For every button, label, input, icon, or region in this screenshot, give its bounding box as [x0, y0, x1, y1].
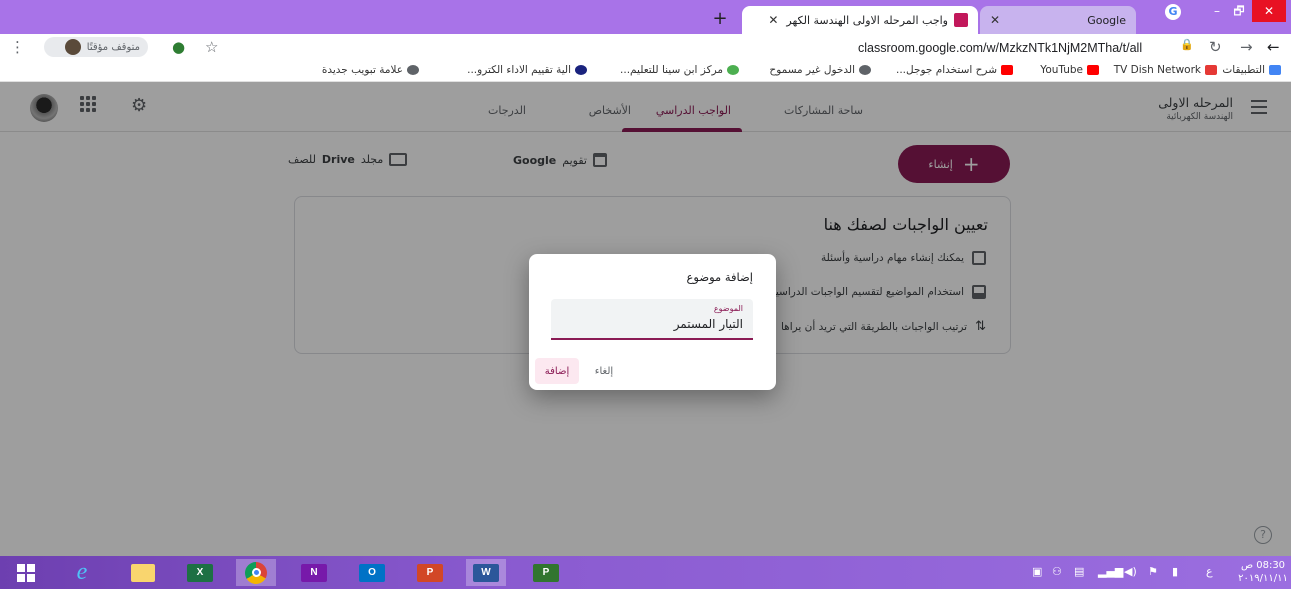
- apps-grid-icon: [1269, 65, 1281, 75]
- taskbar-internet-explorer[interactable]: e: [62, 559, 102, 586]
- bookmark-label: علامة تبويب جديدة: [321, 64, 403, 76]
- classroom-icon: [954, 13, 968, 27]
- people-icon[interactable]: ⚇: [1052, 565, 1062, 578]
- bookmark-label: مركز ابن سينا للتعليم...: [620, 64, 723, 76]
- clock-time: 08:30 ص: [1240, 560, 1286, 571]
- bookmark-google-tutorial[interactable]: شرح استخدام جوجل...: [896, 64, 1013, 76]
- start-button[interactable]: [6, 559, 46, 586]
- battery-icon[interactable]: ▮: [1172, 565, 1178, 578]
- google-account-icon[interactable]: G: [1165, 4, 1181, 20]
- back-icon[interactable]: ←: [1267, 38, 1280, 56]
- address-bar-row: ⋮ متوقف مؤقتًا ● ☆ classroom.google.com/…: [0, 34, 1291, 60]
- forward-icon[interactable]: →: [1240, 38, 1253, 56]
- project-icon: P: [533, 563, 559, 582]
- bookmark-label: التطبيقات: [1222, 64, 1265, 76]
- windows-logo-icon: [17, 563, 35, 582]
- taskbar-word[interactable]: W: [466, 559, 506, 586]
- chrome-icon: [245, 561, 267, 584]
- youtube-icon: [1001, 65, 1013, 75]
- keyboard-icon[interactable]: ▤: [1074, 565, 1084, 578]
- reload-icon[interactable]: ↻: [1209, 38, 1222, 56]
- bookmark-label: الية تقييم الاداء الكترو...: [467, 64, 571, 76]
- signal-icon[interactable]: ▂▄▆: [1098, 565, 1123, 578]
- add-topic-dialog: إضافة موضوع الموضوع التيار المستمر إلغاء…: [529, 254, 776, 390]
- network-icon[interactable]: ▣: [1032, 565, 1042, 578]
- tab-title: واجب المرحله الاولى الهندسة الكهر: [786, 13, 948, 27]
- bookmark-access-denied[interactable]: الدخول غير مسموح: [769, 64, 871, 76]
- globe-icon: [407, 65, 419, 75]
- tab-title: Google: [1087, 13, 1126, 27]
- bookmark-ibn-sina[interactable]: مركز ابن سينا للتعليم...: [620, 64, 739, 76]
- taskbar-excel[interactable]: X: [180, 559, 220, 586]
- volume-icon[interactable]: ◀): [1124, 565, 1137, 578]
- profile-avatar: [64, 39, 81, 55]
- folder-icon: [131, 563, 155, 582]
- new-tab-button[interactable]: +: [709, 8, 731, 29]
- maximize-button[interactable]: 🗗: [1228, 0, 1250, 22]
- site-icon: [727, 65, 739, 75]
- bookmark-youtube[interactable]: YouTube: [1040, 64, 1099, 76]
- taskbar-project[interactable]: P: [526, 559, 566, 586]
- powerpoint-icon: P: [417, 563, 443, 582]
- taskbar-powerpoint[interactable]: P: [410, 559, 450, 586]
- lock-icon: 🔒: [1180, 38, 1194, 51]
- paused-label: متوقف مؤقتًا: [86, 41, 140, 53]
- excel-icon: X: [187, 563, 213, 582]
- topic-field-label: الموضوع: [713, 304, 743, 313]
- topic-input[interactable]: التيار المستمر: [674, 317, 743, 331]
- taskbar-chrome[interactable]: [236, 559, 276, 586]
- minimize-button[interactable]: –: [1206, 0, 1228, 22]
- onenote-icon: N: [301, 563, 327, 582]
- browser-tab-strip: واجب المرحله الاولى الهندسة الكهر ✕ Goog…: [0, 0, 1291, 34]
- tab-google[interactable]: Google ✕: [980, 6, 1136, 34]
- bookmark-dish[interactable]: TV Dish Network: [1114, 64, 1217, 76]
- word-icon: W: [473, 563, 499, 582]
- topic-field[interactable]: الموضوع التيار المستمر: [551, 299, 753, 340]
- dialog-title: إضافة موضوع: [686, 270, 753, 284]
- cancel-button[interactable]: إلغاء: [587, 358, 621, 384]
- add-button[interactable]: إضافة: [535, 358, 579, 384]
- taskbar-onenote[interactable]: N: [294, 559, 334, 586]
- more-menu-icon[interactable]: ⋮: [10, 38, 25, 56]
- url-field[interactable]: classroom.google.com/w/MzkzNTk1NjM2MTha/…: [858, 41, 1142, 55]
- close-tab-icon[interactable]: ✕: [990, 13, 1000, 27]
- bookmark-new-tab[interactable]: علامة تبويب جديدة: [322, 64, 419, 76]
- globe-icon: [859, 65, 871, 75]
- taskbar-file-explorer[interactable]: [123, 559, 163, 586]
- dish-icon: [1205, 65, 1217, 75]
- flag-icon[interactable]: ⚑: [1148, 565, 1158, 578]
- evernote-extension-icon[interactable]: ●: [172, 38, 185, 56]
- bookmark-label: شرح استخدام جوجل...: [895, 64, 997, 76]
- bookmark-label: الدخول غير مسموح: [769, 64, 855, 76]
- bookmark-label: TV Dish Network: [1113, 64, 1201, 76]
- taskbar-outlook[interactable]: O: [352, 559, 392, 586]
- bookmark-performance[interactable]: الية تقييم الاداء الكترو...: [467, 64, 587, 76]
- bookmark-star-icon[interactable]: ☆: [205, 38, 218, 56]
- site-icon: [575, 65, 587, 75]
- profile-paused-button[interactable]: متوقف مؤقتًا: [44, 37, 148, 57]
- youtube-icon: [1087, 65, 1099, 75]
- close-window-button[interactable]: ✕: [1252, 0, 1286, 22]
- internet-explorer-icon: e: [76, 559, 88, 585]
- bookmark-label: YouTube: [1040, 64, 1083, 76]
- outlook-icon: O: [359, 563, 385, 582]
- bookmarks-bar: التطبيقات TV Dish Network YouTube شرح اس…: [0, 60, 1291, 82]
- clock-date: ٢٠١٩/١١/١١: [1238, 573, 1288, 584]
- close-tab-icon[interactable]: ✕: [768, 13, 778, 27]
- bookmark-apps[interactable]: التطبيقات: [1222, 64, 1281, 76]
- windows-taskbar: e X N O P W P ▣ ⚇ ▤ ▂▄▆ ◀) ⚑ ▮ ع 08:30 ص…: [0, 556, 1291, 589]
- language-indicator[interactable]: ع: [1206, 565, 1213, 578]
- tab-classroom[interactable]: واجب المرحله الاولى الهندسة الكهر ✕: [742, 6, 978, 34]
- clock[interactable]: 08:30 ص ٢٠١٩/١١/١١: [1238, 559, 1288, 585]
